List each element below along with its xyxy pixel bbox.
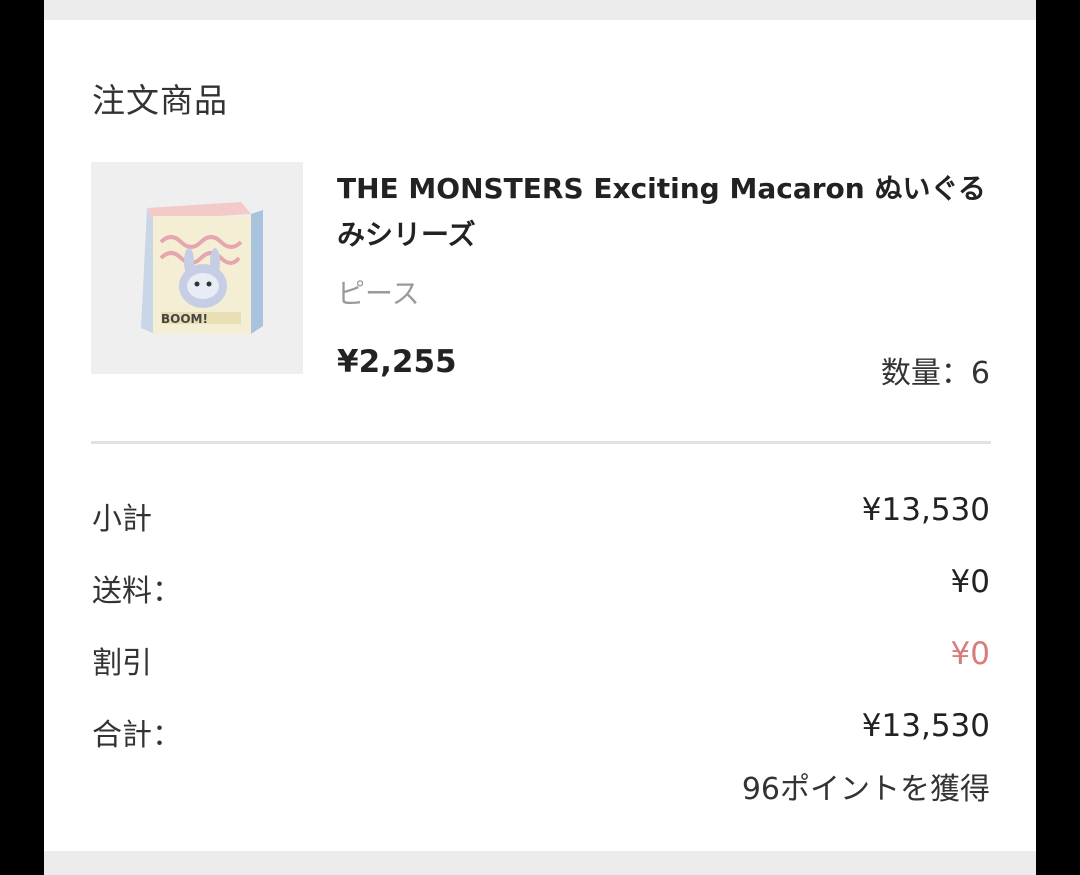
bottom-separator [44,851,1036,875]
discount-label: 割引 [92,646,152,681]
product-price: ¥2,255 [337,344,457,380]
top-separator [44,0,1036,20]
product-name[interactable]: THE MONSTERS Exciting Macaron ぬいぐるみシリーズ [337,166,997,258]
discount-value: ¥0 [950,636,990,672]
order-card: 注文商品 BOOM! THE MONSTERS Exciting Macaron… [44,0,1036,875]
box-label: BOOM! [161,312,208,326]
total-label: 合計： [92,718,182,753]
subtotal-value: ¥13,530 [861,492,990,528]
product-quantity: 数量：6 [880,356,990,391]
product-thumbnail[interactable]: BOOM! [91,162,303,374]
product-variant: ピース [337,277,420,310]
subtotal-label: 小計 [92,502,152,537]
shipping-value: ¥0 [950,564,990,600]
points-earned: 96ポイントを獲得 [741,772,990,807]
product-box-image: BOOM! [141,202,263,334]
divider [91,441,991,444]
total-value: ¥13,530 [861,708,990,744]
section-title: 注文商品 [92,81,228,120]
shipping-label: 送料： [92,574,182,609]
